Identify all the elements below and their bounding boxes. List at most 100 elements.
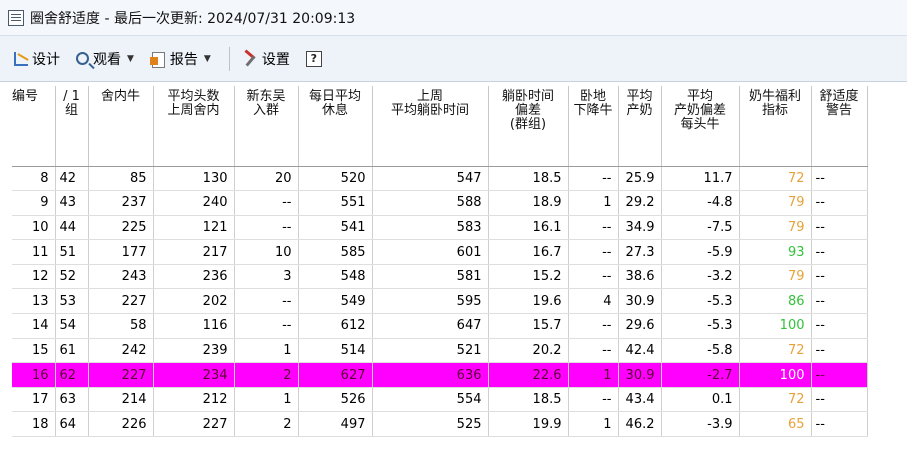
table-cell: 242 — [88, 338, 154, 364]
table-cell: 20 — [234, 166, 299, 192]
column-header[interactable]: 新东吴 入群 — [234, 86, 299, 167]
table-row[interactable]: 13 53 227 202 -- 549 595 19.6 4 30.9 -5.3 86 -- — [12, 288, 868, 315]
settings-label: 设置 — [261, 51, 290, 68]
table-cell: 202 — [153, 288, 235, 315]
table-cell: 0.1 — [661, 387, 740, 413]
table-cell: -- — [811, 190, 868, 216]
table-row[interactable]: 18 64 226 227 2 497 525 19.9 1 46.2 -3.9 65 -- — [12, 411, 868, 438]
table-cell: 3 — [234, 264, 299, 290]
design-label: 设计 — [32, 51, 60, 68]
column-header[interactable]: 编号 — [12, 86, 56, 167]
column-header[interactable]: 舒适度 警告 — [811, 86, 868, 167]
table-row[interactable]: 17 63 214 212 1 526 554 18.5 -- 43.4 0.1 72 -- — [12, 387, 868, 413]
table-row[interactable]: 8 42 85 130 20 520 547 18.5 -- 25.9 11.7 72 -- — [12, 166, 868, 192]
table-cell: 514 — [298, 338, 373, 364]
column-header[interactable]: 平均头数 上周舍内 — [153, 86, 235, 167]
table-cell: 627 — [298, 362, 373, 388]
table-row[interactable]: 14 54 58 116 -- 612 647 15.7 -- 29.6 -5.3 100 -- — [12, 313, 868, 339]
table-cell: 85 — [88, 166, 154, 192]
table-cell: 520 — [298, 166, 373, 192]
table-cell: 583 — [372, 215, 489, 241]
table-cell: 22.6 — [488, 362, 569, 388]
table-cell: 1 — [234, 338, 299, 364]
table-cell: 240 — [153, 190, 235, 216]
table-cell: 58 — [88, 313, 154, 339]
table-cell: 18 — [12, 411, 56, 438]
table-cell: 239 — [153, 338, 235, 364]
table-cell: 497 — [298, 411, 373, 438]
table-cell: 612 — [298, 313, 373, 339]
table-cell: 51 — [55, 239, 89, 265]
table-cell: 86 — [739, 288, 812, 315]
table-cell: 25.9 — [618, 166, 662, 192]
column-header[interactable]: / 1 组 — [55, 86, 89, 167]
table-body: 8 42 85 130 20 520 547 18.5 -- 25.9 11.7 72 -- 9 43 237… — [12, 166, 868, 438]
table-cell: 130 — [153, 166, 235, 192]
table-cell: 100 — [739, 362, 812, 388]
table-cell: 10 — [234, 239, 299, 265]
table-cell: 79 — [739, 215, 812, 241]
column-header[interactable]: 卧地 下降牛 — [568, 86, 619, 167]
table-cell: -- — [234, 190, 299, 216]
column-header[interactable]: 躺卧时间 偏差 (群组) — [488, 86, 569, 167]
table-cell: 10 — [12, 215, 56, 241]
column-header[interactable]: 平均 产奶偏差 每头牛 — [661, 86, 740, 167]
table-cell: 19.6 — [488, 288, 569, 315]
column-header[interactable]: 奶牛福利 指标 — [739, 86, 812, 167]
table-cell: -- — [811, 313, 868, 339]
table-row[interactable]: 10 44 225 121 -- 541 583 16.1 -- 34.9 -7.5 79 -- — [12, 215, 868, 241]
table-row[interactable]: 16 62 227 234 2 627 636 22.6 1 30.9 -2.7 100 -- — [12, 362, 868, 388]
column-header[interactable]: 舍内牛 — [88, 86, 154, 167]
column-header[interactable]: 每日平均 休息 — [298, 86, 373, 167]
table-cell: 234 — [153, 362, 235, 388]
column-header[interactable]: 平均 产奶 — [618, 86, 662, 167]
table-row[interactable]: 15 61 242 239 1 514 521 20.2 -- 42.4 -5.8 72 -- — [12, 338, 868, 364]
table-cell: 227 — [153, 411, 235, 438]
table-cell: 595 — [372, 288, 489, 315]
table-cell: 62 — [55, 362, 89, 388]
table-cell: 15.2 — [488, 264, 569, 290]
table-cell: 581 — [372, 264, 489, 290]
table-cell: 44 — [55, 215, 89, 241]
table-cell: 38.6 — [618, 264, 662, 290]
table-cell: 548 — [298, 264, 373, 290]
view-dropdown-button[interactable]: 观看 ▼ — [76, 49, 134, 69]
table-cell: 30.9 — [618, 288, 662, 315]
table-cell: 2 — [234, 362, 299, 388]
column-header[interactable]: 上周 平均躺卧时间 — [372, 86, 489, 167]
table-row[interactable]: 11 51 177 217 10 585 601 16.7 -- 27.3 -5.9 93 -- — [12, 239, 868, 265]
table-cell: 121 — [153, 215, 235, 241]
table-cell: 1 — [568, 190, 619, 216]
table-cell: 601 — [372, 239, 489, 265]
table-row[interactable]: 9 43 237 240 -- 551 588 18.9 1 29.2 -4.8 79 -- — [12, 190, 868, 216]
settings-button[interactable]: 设置 — [242, 49, 290, 69]
design-button[interactable]: 设计 — [14, 49, 60, 69]
table-cell: 16.7 — [488, 239, 569, 265]
table-cell: -- — [811, 288, 868, 315]
table-cell: 29.2 — [618, 190, 662, 216]
table-cell: 11 — [12, 239, 56, 265]
table-cell: -3.9 — [661, 411, 740, 438]
table-cell: -2.7 — [661, 362, 740, 388]
table-cell: 1 — [568, 411, 619, 438]
table-cell: -5.3 — [661, 288, 740, 315]
table-cell: 20.2 — [488, 338, 569, 364]
table-cell: 53 — [55, 288, 89, 315]
help-button[interactable]: ? — [305, 50, 322, 67]
table-cell: -- — [568, 387, 619, 413]
table-cell: 15 — [12, 338, 56, 364]
table-cell: 226 — [88, 411, 154, 438]
table-cell: 34.9 — [618, 215, 662, 241]
table-cell: -- — [811, 387, 868, 413]
table-cell: 526 — [298, 387, 373, 413]
table-cell: 100 — [739, 313, 812, 339]
report-icon — [149, 51, 166, 68]
table-cell: 12 — [12, 264, 56, 290]
table-cell: 212 — [153, 387, 235, 413]
toolbar-separator — [228, 46, 230, 71]
table-row[interactable]: 12 52 243 236 3 548 581 15.2 -- 38.6 -3.2 79 -- — [12, 264, 868, 290]
table-header: 编号/ 1 组舍内牛 平均头数 上周舍内 新东吴 入群 每日平均 休息 上周 平均躺卧时… — [12, 86, 868, 167]
report-dropdown-button[interactable]: 报告 ▼ — [149, 49, 211, 69]
table-cell: 588 — [372, 190, 489, 216]
table-cell: 42.4 — [618, 338, 662, 364]
